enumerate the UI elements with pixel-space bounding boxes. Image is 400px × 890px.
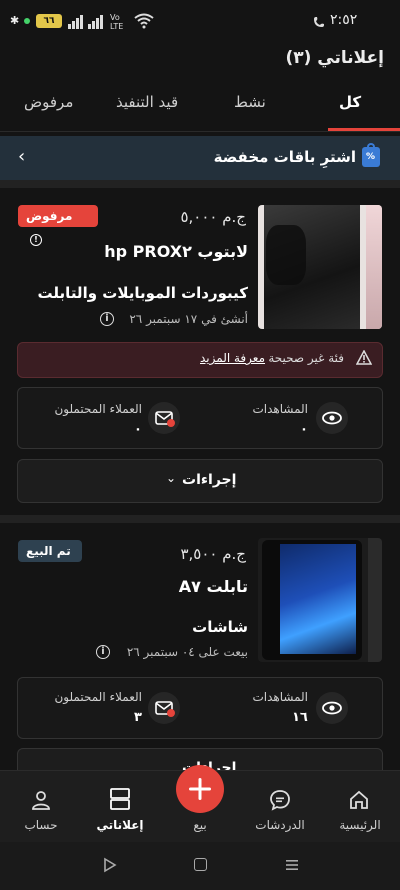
eye-icon [316, 402, 348, 434]
leads-value: ٣ [134, 710, 142, 725]
views-value: ١٦ [292, 710, 308, 725]
nav-label-sell[interactable]: بيع [170, 818, 230, 832]
nav-label-home[interactable]: الرئيسية [330, 818, 390, 832]
ad-title[interactable]: تابلت A٧ [179, 577, 248, 596]
info-icon[interactable]: i [96, 645, 110, 659]
ad-thumbnail[interactable] [258, 205, 382, 329]
page-title: إعلاناتي (٣) [285, 48, 384, 68]
ad-category: شاشات [192, 618, 248, 636]
leads-label: العملاء المحتملون [54, 690, 142, 704]
wifi-icon [134, 13, 154, 29]
section-divider [0, 515, 400, 523]
ad-title[interactable]: لابتوب hp PROX٢ [104, 242, 248, 261]
leads-label: العملاء المحتملون [54, 402, 142, 416]
sell-button[interactable] [176, 765, 224, 813]
eye-icon [316, 692, 348, 724]
status-time: ٢:٥٢ [330, 12, 358, 28]
tab-active[interactable]: نشط [234, 93, 266, 111]
ad-category: كيبوردات الموبايلات والتابلت [37, 284, 248, 302]
ad-price: ج.م ٥,٠٠٠ [180, 208, 246, 226]
learn-more-link[interactable]: معرفة المزيد [200, 351, 265, 365]
leads-icon [148, 402, 180, 434]
views-value: ٠ [300, 422, 308, 437]
actions-label: إجراءات [182, 472, 237, 488]
ad-date: بيعت على ٠٤ سبتمبر ٢٦ [126, 645, 248, 659]
account-icon[interactable] [29, 788, 53, 812]
network-type: Vo LTE [110, 13, 124, 31]
info-icon: ! [30, 234, 42, 246]
alert-text: فئة غير صحيحة [268, 351, 344, 365]
shopping-bag-icon: % [362, 143, 380, 167]
chevron-left-icon[interactable]: ‹ [18, 146, 25, 167]
status-badge-sold: تم البيع [18, 540, 82, 562]
signal-icon [68, 15, 103, 29]
tabs-divider [0, 131, 400, 132]
leads-value: ٠ [134, 422, 142, 437]
ad-date: أنشئ في ١٧ سبتمبر ٢٦ [129, 312, 248, 326]
plus-icon [189, 778, 211, 800]
tab-in-progress[interactable]: قيد التنفيذ [116, 93, 178, 111]
views-label: المشاهدات [252, 402, 308, 416]
battery-icon: ٦٦ [36, 14, 62, 28]
leads-icon [148, 692, 180, 724]
info-icon[interactable]: i [100, 312, 114, 326]
section-divider [0, 180, 400, 188]
chat-icon[interactable] [268, 788, 292, 812]
nav-label-chats[interactable]: الدردشات [250, 818, 310, 832]
indicator-dot [24, 18, 30, 24]
tab-rejected[interactable]: مرفوض [24, 93, 73, 111]
recents-icon[interactable] [284, 857, 300, 873]
ad-price: ج.م ٣,٥٠٠ [180, 545, 246, 563]
views-label: المشاهدات [252, 690, 308, 704]
back-icon[interactable] [102, 857, 118, 873]
home-icon[interactable] [347, 788, 371, 812]
tab-all[interactable]: كل [339, 93, 361, 111]
chevron-down-icon: ⌄ [166, 471, 177, 485]
nav-label-my-ads[interactable]: إعلاناتي [90, 818, 150, 832]
promo-label: اشترِ باقات مخفضة [213, 148, 356, 166]
warning-icon [356, 350, 372, 365]
status-badge-rejected: مرفوض ! [18, 205, 98, 246]
my-ads-icon[interactable] [108, 786, 132, 812]
home-button-icon[interactable] [194, 858, 207, 871]
nav-label-account[interactable]: حساب [11, 818, 71, 832]
bluetooth-icon: ✱ [10, 14, 20, 27]
ad-thumbnail[interactable] [258, 538, 382, 662]
alarm-icon [314, 17, 324, 27]
